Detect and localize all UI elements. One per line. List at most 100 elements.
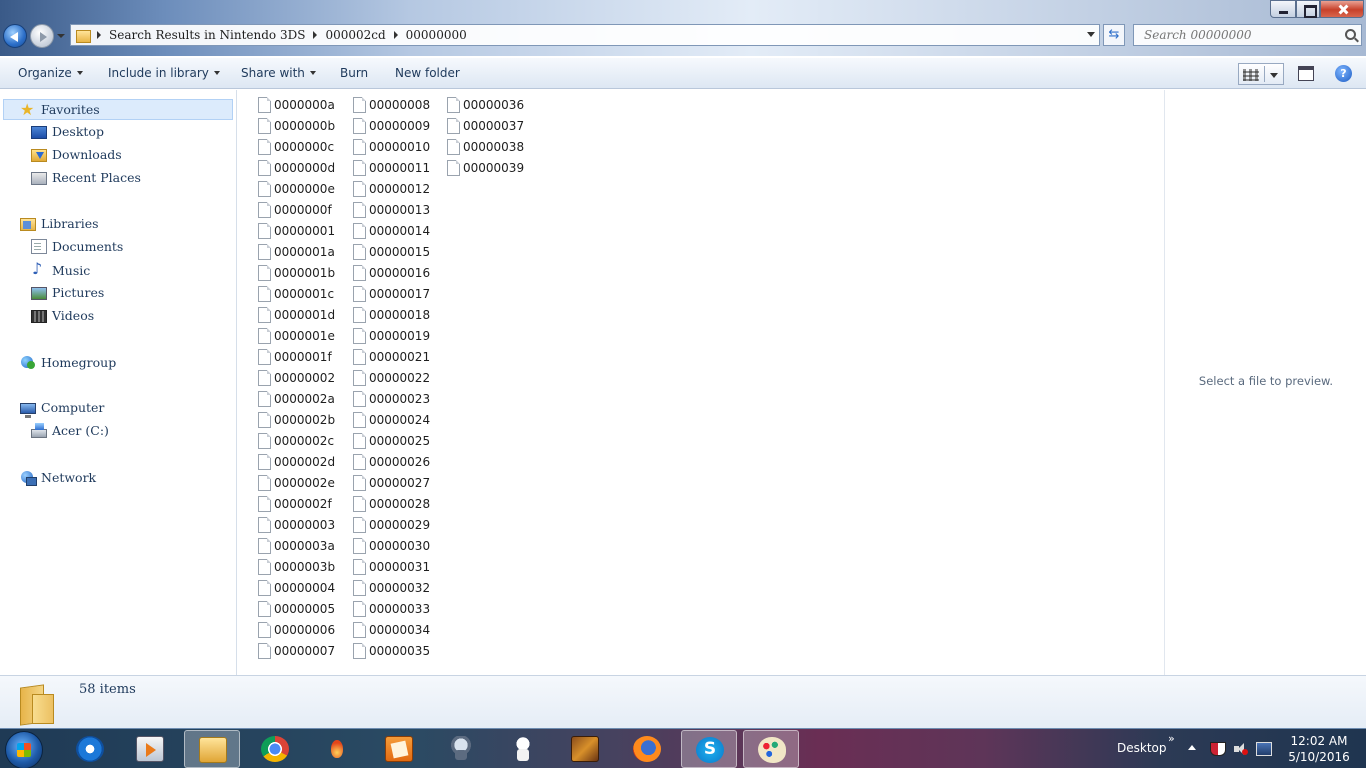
nav-computer[interactable]: Computer (20, 400, 104, 418)
organize-button[interactable]: Organize (18, 66, 83, 80)
file-item[interactable]: 00000010 (353, 138, 430, 156)
file-item[interactable]: 00000037 (447, 117, 524, 135)
file-item[interactable]: 00000022 (353, 369, 430, 387)
taskbar-windows-explorer[interactable] (184, 730, 240, 768)
file-item[interactable]: 00000012 (353, 180, 430, 198)
file-item[interactable]: 0000001d (258, 306, 335, 324)
file-item[interactable]: 00000036 (447, 96, 524, 114)
search-box[interactable] (1133, 24, 1362, 46)
file-item[interactable]: 00000031 (353, 558, 430, 576)
file-item[interactable]: 00000015 (353, 243, 430, 261)
file-item[interactable]: 0000001f (258, 348, 332, 366)
file-item[interactable]: 00000033 (353, 600, 430, 618)
preview-pane-toggle[interactable] (1298, 66, 1314, 81)
file-item[interactable]: 00000007 (258, 642, 335, 660)
file-item[interactable]: 00000001 (258, 222, 335, 240)
chevron-down-icon[interactable] (1270, 73, 1278, 78)
file-item[interactable]: 0000002d (258, 453, 335, 471)
file-item[interactable]: 0000002e (258, 474, 335, 492)
action-center-icon[interactable] (1210, 742, 1226, 756)
file-item[interactable]: 00000011 (353, 159, 430, 177)
clock-date[interactable]: 5/10/2016 (1284, 750, 1354, 764)
file-item[interactable]: 00000039 (447, 159, 524, 177)
file-item[interactable]: 00000002 (258, 369, 335, 387)
help-button[interactable]: ? (1335, 65, 1352, 82)
file-item[interactable]: 00000004 (258, 579, 335, 597)
change-view-button[interactable] (1238, 63, 1284, 85)
file-item[interactable]: 00000026 (353, 453, 430, 471)
file-item[interactable]: 00000038 (447, 138, 524, 156)
network-tray-icon[interactable] (1256, 742, 1272, 756)
file-item[interactable]: 00000029 (353, 516, 430, 534)
file-item[interactable]: 00000025 (353, 432, 430, 450)
file-item[interactable]: 0000001b (258, 264, 335, 282)
file-item[interactable]: 00000014 (353, 222, 430, 240)
breadcrumb-item[interactable]: 000002cd (325, 28, 385, 42)
back-button[interactable] (3, 24, 27, 48)
file-list[interactable]: 0000000a 0000000b 0000000c 0000000d 0000000e… (238, 90, 1164, 675)
desktop-toolbar-chevron[interactable]: » (1168, 732, 1175, 745)
nav-item-desktop[interactable]: Desktop (31, 124, 104, 139)
file-item[interactable]: 00000023 (353, 390, 430, 408)
show-hidden-icons-button[interactable] (1188, 745, 1196, 750)
file-item[interactable]: 00000032 (353, 579, 430, 597)
taskbar-robot-app[interactable] (433, 730, 489, 768)
recent-pages-dropdown[interactable] (57, 32, 65, 40)
file-item[interactable]: 0000001c (258, 285, 334, 303)
file-item[interactable]: 00000009 (353, 117, 430, 135)
file-item[interactable]: 00000019 (353, 327, 430, 345)
nav-item-music[interactable]: Music (31, 259, 90, 278)
file-item[interactable]: 00000017 (353, 285, 430, 303)
nav-item-documents[interactable]: Documents (31, 239, 123, 254)
breadcrumb-item[interactable]: Search Results in Nintendo 3DS (109, 28, 305, 42)
clock-time[interactable]: 12:02 AM (1284, 734, 1354, 748)
taskbar-chrome[interactable] (247, 730, 303, 768)
file-item[interactable]: 0000000a (258, 96, 335, 114)
file-item[interactable]: 00000005 (258, 600, 335, 618)
breadcrumb-separator-icon[interactable] (313, 31, 318, 39)
close-button[interactable] (1320, 0, 1364, 18)
taskbar-media-player[interactable] (122, 730, 178, 768)
file-item[interactable]: 00000028 (353, 495, 430, 513)
file-item[interactable]: 00000006 (258, 621, 335, 639)
taskbar-astronaut-app[interactable] (495, 730, 551, 768)
nav-item-acer-c[interactable]: Acer (C:) (31, 423, 109, 438)
refresh-button[interactable]: ⇆ (1103, 24, 1125, 46)
breadcrumb-item[interactable]: 00000000 (406, 28, 467, 42)
file-item[interactable]: 0000003a (258, 537, 335, 555)
file-item[interactable]: 0000000b (258, 117, 335, 135)
file-item[interactable]: 00000030 (353, 537, 430, 555)
nav-homegroup[interactable]: Homegroup (20, 354, 116, 370)
file-item[interactable]: 00000034 (353, 621, 430, 639)
file-item[interactable]: 0000002a (258, 390, 335, 408)
burn-button[interactable]: Burn (340, 66, 368, 80)
file-item[interactable]: 00000008 (353, 96, 430, 114)
start-button[interactable] (5, 731, 43, 768)
file-item[interactable]: 00000035 (353, 642, 430, 660)
share-with-button[interactable]: Share with (241, 66, 316, 80)
file-item[interactable]: 0000000d (258, 159, 335, 177)
file-item[interactable]: 0000000f (258, 201, 332, 219)
forward-button[interactable] (30, 24, 54, 48)
file-item[interactable]: 00000024 (353, 411, 430, 429)
new-folder-button[interactable]: New folder (395, 66, 460, 80)
nav-item-pictures[interactable]: Pictures (31, 285, 104, 300)
file-item[interactable]: 00000003 (258, 516, 335, 534)
taskbar-internet-explorer[interactable] (62, 730, 118, 768)
nav-network[interactable]: Network (20, 469, 96, 486)
minimize-button[interactable] (1270, 0, 1296, 18)
file-item[interactable]: 0000002c (258, 432, 334, 450)
maximize-button[interactable] (1296, 0, 1320, 18)
nav-favorites[interactable]: Favorites (3, 99, 233, 120)
taskbar-skype[interactable] (681, 730, 737, 768)
taskbar-paint[interactable] (743, 730, 799, 768)
file-item[interactable]: 0000002f (258, 495, 332, 513)
file-item[interactable]: 00000016 (353, 264, 430, 282)
taskbar-firefox[interactable] (619, 730, 675, 768)
file-item[interactable]: 0000003b (258, 558, 335, 576)
include-in-library-button[interactable]: Include in library (108, 66, 220, 80)
file-item[interactable]: 0000000c (258, 138, 334, 156)
taskbar-flame-app[interactable] (309, 730, 365, 768)
file-item[interactable]: 0000001e (258, 327, 335, 345)
nav-item-downloads[interactable]: Downloads (31, 147, 122, 162)
